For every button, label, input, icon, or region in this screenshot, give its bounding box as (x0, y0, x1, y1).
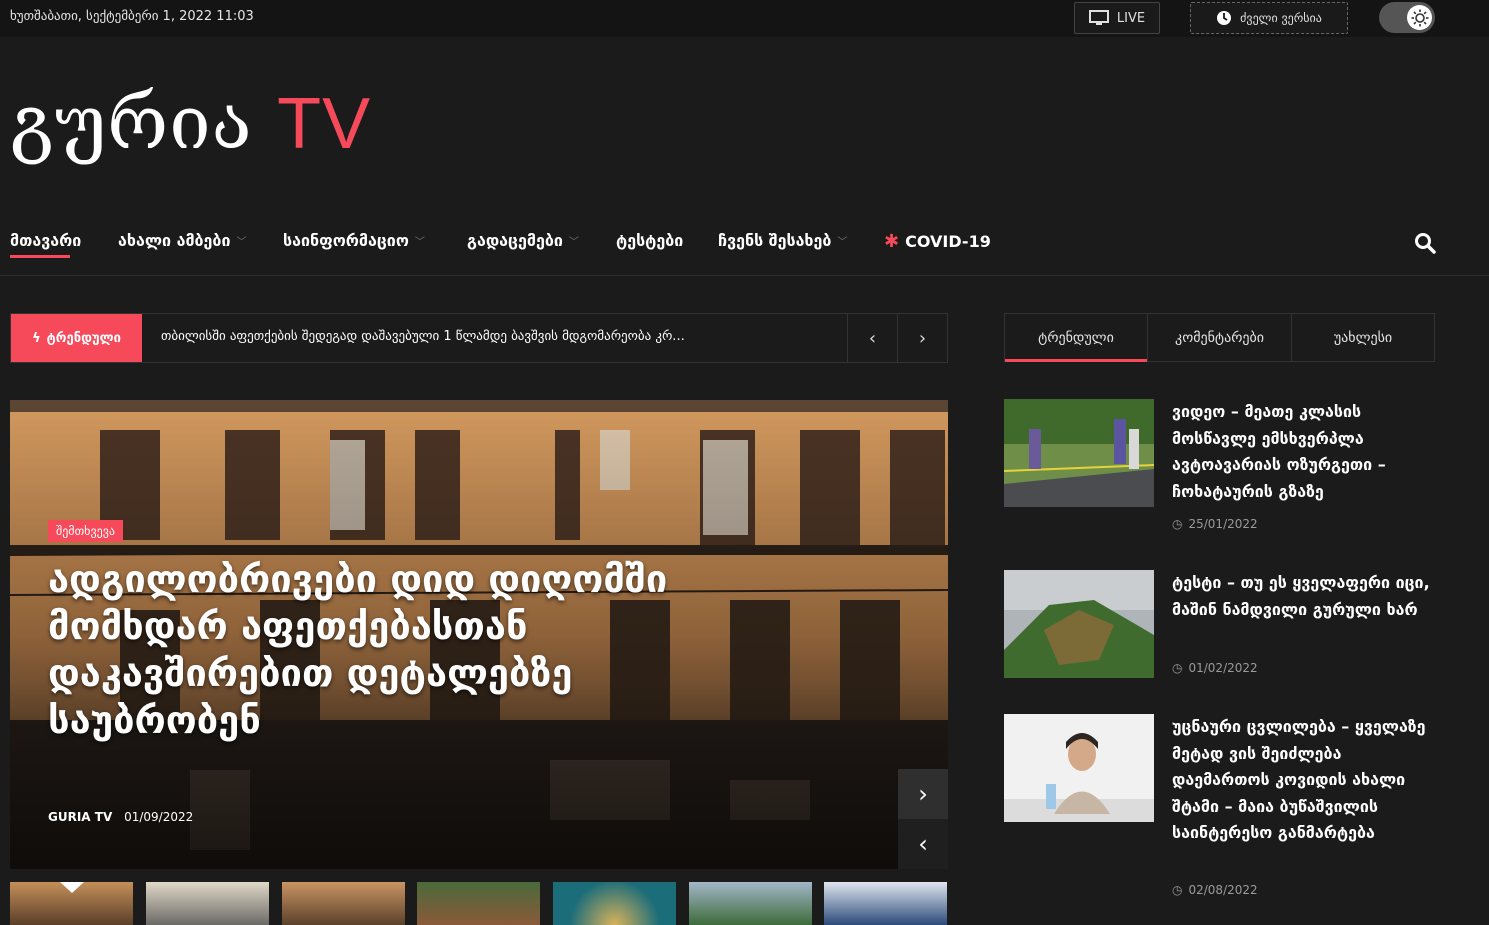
trending-badge-label: ტრენდული (46, 330, 121, 346)
chevron-left-icon: ‹ (868, 327, 877, 349)
article-image[interactable] (1004, 399, 1154, 507)
sun-icon (1407, 5, 1432, 30)
ticker-headline[interactable]: თბილისში აფეთქების შედეგად დაშავებული 1 … (161, 329, 841, 344)
slider-thumbnails (10, 882, 948, 925)
featured-title[interactable]: ადგილობრივები დიდ დიღომში მომხდარ აფეთქე… (48, 556, 688, 744)
sidebar-tabs: ტრენდული კომენტარები უახლესი (1004, 313, 1435, 362)
article-date: ◷ 02/08/2022 (1172, 883, 1258, 897)
trending-ticker: ϟ ტრენდული თბილისში აფეთქების შედეგად და… (10, 313, 948, 363)
lightning-icon: ϟ (32, 330, 41, 346)
trending-badge: ϟ ტრენდული (11, 314, 142, 362)
thumbnail[interactable] (824, 882, 947, 925)
tab-comments[interactable]: კომენტარები (1148, 314, 1292, 361)
active-indicator (60, 882, 84, 893)
chevron-right-icon: › (918, 327, 927, 349)
featured-article[interactable]: შემთხვევა ადგილობრივები დიდ დიღომში მომხ… (10, 400, 948, 869)
chevron-right-icon: › (918, 780, 928, 808)
nav-label: COVID-19 (905, 232, 991, 251)
clock-icon (1217, 11, 1232, 25)
thumbnail[interactable] (146, 882, 269, 925)
article-title[interactable]: უცნაური ცვლილება – ყველაზე მეტად ვის შეი… (1172, 714, 1436, 847)
nav-label: საინფორმაციო (283, 231, 409, 250)
nav-label: ტესტები (616, 231, 684, 250)
dark-mode-toggle[interactable] (1379, 2, 1435, 33)
top-bar: ხუთშაბათი, სექტემბერი 1, 2022 11:03 LIVE… (0, 0, 1489, 37)
tab-trending[interactable]: ტრენდული (1005, 314, 1148, 362)
ticker-next-button[interactable]: › (897, 314, 947, 362)
site-logo[interactable]: გურია TV (10, 78, 371, 169)
article-title[interactable]: ტესტი – თუ ეს ყველაფერი იცი, მაშინ ნამდვ… (1172, 570, 1436, 623)
article-date: ◷ 25/01/2022 (1172, 517, 1258, 531)
nav-item-information[interactable]: საინფორმაციო ﹀ (283, 231, 425, 250)
thumbnail[interactable] (10, 882, 133, 925)
nav-item-tests[interactable]: ტესტები (616, 231, 683, 250)
chevron-down-icon: ﹀ (837, 237, 848, 248)
article-title[interactable]: ვიდეო – მეათე კლასის მოსწავლე ემსხვერპლა… (1172, 399, 1436, 505)
nav-item-home[interactable]: მთავარი (10, 231, 82, 258)
old-version-label: ძველი ვერსია (1240, 11, 1322, 25)
nav-item-shows[interactable]: გადაცემები ﹀ (467, 231, 579, 250)
chevron-down-icon: ﹀ (414, 237, 425, 248)
clock-icon: ◷ (1172, 661, 1183, 675)
chevron-down-icon: ﹀ (236, 237, 247, 248)
nav-item-about[interactable]: ჩვენს შესახებ ﹀ (718, 231, 847, 250)
featured-meta: GURIA TV 01/09/2022 (48, 810, 193, 824)
article-image[interactable] (1004, 570, 1154, 678)
nav-label: მთავარი (10, 231, 82, 250)
nav-label: ახალი ამბები (118, 231, 231, 250)
chevron-left-icon: ‹ (918, 830, 928, 858)
live-label: LIVE (1116, 10, 1146, 26)
live-button[interactable]: LIVE (1074, 2, 1160, 34)
search-icon[interactable] (1414, 232, 1436, 254)
date-text: 25/01/2022 (1188, 517, 1258, 531)
ticker-prev-button[interactable]: ‹ (847, 314, 897, 362)
clock-icon: ◷ (1172, 517, 1183, 531)
category-badge[interactable]: შემთხვევა (48, 520, 123, 542)
date-text: 01/02/2022 (1188, 661, 1258, 675)
logo-tv: TV (277, 84, 372, 164)
logo-name: გურია (10, 80, 253, 166)
thumbnail[interactable] (553, 882, 676, 925)
slider-next-button[interactable]: › (898, 769, 948, 819)
clock-icon: ◷ (1172, 883, 1183, 897)
virus-icon: ✱ (884, 231, 900, 252)
publish-date: 01/09/2022 (124, 810, 194, 824)
current-date: ხუთშაბათი, სექტემბერი 1, 2022 11:03 (10, 9, 254, 24)
nav-item-news[interactable]: ახალი ამბები ﹀ (118, 231, 246, 250)
monitor-icon (1088, 10, 1109, 25)
tab-latest[interactable]: უახლესი (1292, 314, 1434, 361)
date-text: 02/08/2022 (1188, 883, 1258, 897)
thumbnail[interactable] (417, 882, 540, 925)
main-navigation: მთავარი ახალი ამბები ﹀ საინფორმაციო ﹀ გადა… (0, 222, 1489, 276)
thumbnail[interactable] (689, 882, 812, 925)
author-name[interactable]: GURIA TV (48, 810, 112, 824)
article-date: ◷ 01/02/2022 (1172, 661, 1258, 675)
nav-label: გადაცემები (467, 231, 563, 250)
article-image[interactable] (1004, 714, 1154, 822)
nav-label: ჩვენს შესახებ (718, 231, 832, 250)
old-version-button[interactable]: ძველი ვერსია (1190, 2, 1348, 34)
nav-item-covid[interactable]: ✱ COVID-19 (884, 231, 991, 252)
thumbnail[interactable] (282, 882, 405, 925)
slider-prev-button[interactable]: ‹ (898, 819, 948, 869)
chevron-down-icon: ﹀ (568, 237, 579, 248)
